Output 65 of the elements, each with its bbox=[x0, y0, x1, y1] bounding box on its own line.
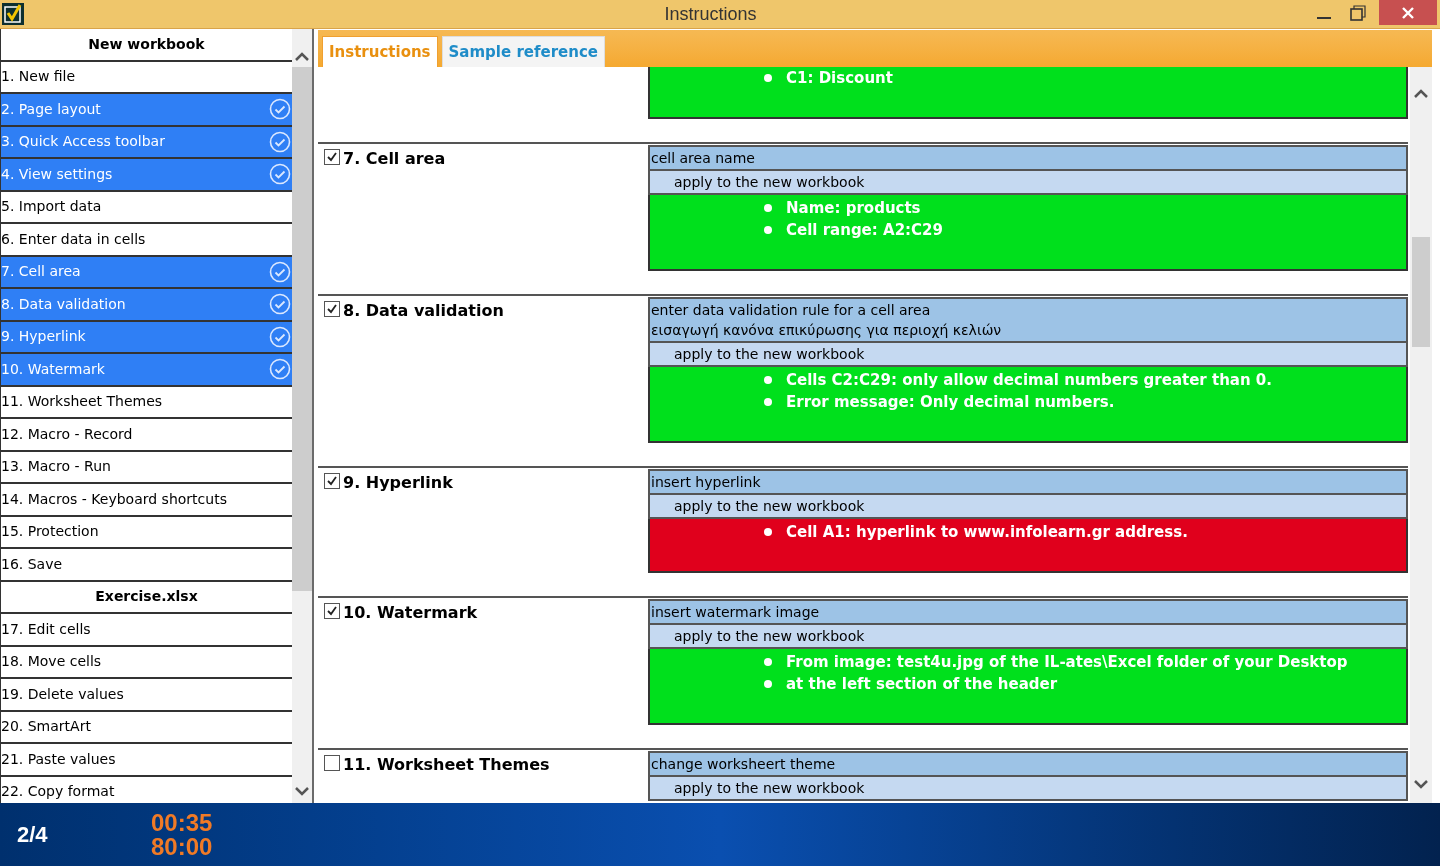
scrollbar[interactable] bbox=[1410, 67, 1432, 803]
task-title: 9. Hyperlink bbox=[343, 472, 453, 494]
progress-counter: 2/4 bbox=[17, 821, 49, 849]
sidebar-item[interactable]: 2. Page layout bbox=[1, 94, 292, 127]
checkmark-icon bbox=[326, 151, 338, 163]
check-circle-icon bbox=[269, 358, 291, 381]
row-text: cell area name bbox=[651, 149, 756, 168]
result-text: Name: products bbox=[786, 197, 921, 219]
check-circle-icon bbox=[269, 163, 291, 186]
bullet-icon bbox=[764, 680, 772, 688]
bullet-icon bbox=[764, 74, 772, 82]
sidebar-item[interactable]: 3. Quick Access toolbar bbox=[1, 126, 292, 159]
check-circle-icon bbox=[269, 325, 291, 348]
bullet-icon bbox=[764, 204, 772, 212]
task-title: 8. Data validation bbox=[343, 300, 504, 322]
task-checkbox[interactable] bbox=[324, 603, 340, 619]
checkmark-icon bbox=[326, 303, 338, 315]
result-text: Error message: Only decimal numbers. bbox=[786, 391, 1115, 413]
row-text: εισαγωγή κανόνα επικύρωσης για περιοχή κελιών bbox=[651, 321, 1003, 340]
sidebar-item[interactable]: 9. Hyperlink bbox=[1, 321, 292, 354]
check-circle-icon bbox=[269, 130, 291, 153]
result-text: Cell range: A2:C29 bbox=[786, 219, 943, 241]
sidebar-item[interactable]: 8. Data validation bbox=[1, 289, 292, 322]
time-limit: 80:00 bbox=[151, 834, 213, 859]
row-text: apply to the new workbook bbox=[674, 173, 866, 192]
task-checkbox[interactable] bbox=[324, 755, 340, 771]
task-title: 11. Worksheet Themes bbox=[343, 754, 550, 776]
row-text: insert watermark image bbox=[651, 603, 821, 622]
result-text: at the left section of the header bbox=[786, 673, 1058, 695]
row-text: apply to the new workbook bbox=[674, 779, 866, 798]
task-checkbox[interactable] bbox=[324, 301, 340, 317]
result-text: Cell A1: hyperlink to www.infolearn.gr address. bbox=[786, 521, 1188, 543]
scrollbar[interactable] bbox=[292, 29, 312, 803]
sidebar-item[interactable]: 10. Watermark bbox=[1, 354, 292, 387]
elapsed-time: 00:35 bbox=[151, 810, 213, 835]
close-button[interactable] bbox=[1379, 0, 1437, 25]
check-circle-icon bbox=[269, 293, 291, 316]
checkmark-icon bbox=[326, 605, 338, 617]
row-text: enter data validation rule for a cell area bbox=[651, 301, 932, 320]
result-text: From image: test4u.jpg of the IL-ates\Excel folder of your Desktop bbox=[786, 651, 1348, 673]
bullet-icon bbox=[764, 658, 772, 666]
result-text: C1: Discount bbox=[786, 67, 893, 89]
row-text: apply to the new workbook bbox=[674, 627, 866, 646]
bullet-icon bbox=[764, 226, 772, 234]
bullet-icon bbox=[764, 376, 772, 384]
sidebar-item[interactable]: 7. Cell area bbox=[1, 256, 292, 289]
checkmark-icon bbox=[326, 475, 338, 487]
task-title: 7. Cell area bbox=[343, 148, 446, 170]
result-text: Cells C2:C29: only allow decimal numbers greater than 0. bbox=[786, 369, 1272, 391]
bullet-icon bbox=[764, 528, 772, 536]
check-circle-icon bbox=[269, 98, 291, 121]
row-text: apply to the new workbook bbox=[674, 345, 866, 364]
row-text: insert hyperlink bbox=[651, 473, 762, 492]
task-title: 10. Watermark bbox=[343, 602, 478, 624]
scrollbar-thumb[interactable] bbox=[1412, 237, 1430, 347]
row-text: change worksheert theme bbox=[651, 755, 837, 774]
row-text: apply to the new workbook bbox=[674, 497, 866, 516]
check-circle-icon bbox=[269, 260, 291, 283]
task-checkbox[interactable] bbox=[324, 149, 340, 165]
bullet-icon bbox=[764, 398, 772, 406]
sidebar-item[interactable]: 4. View settings bbox=[1, 159, 292, 192]
task-checkbox[interactable] bbox=[324, 473, 340, 489]
window-title: Instructions bbox=[664, 2, 757, 26]
app-logo-icon bbox=[2, 3, 24, 25]
close-icon bbox=[1402, 6, 1414, 19]
